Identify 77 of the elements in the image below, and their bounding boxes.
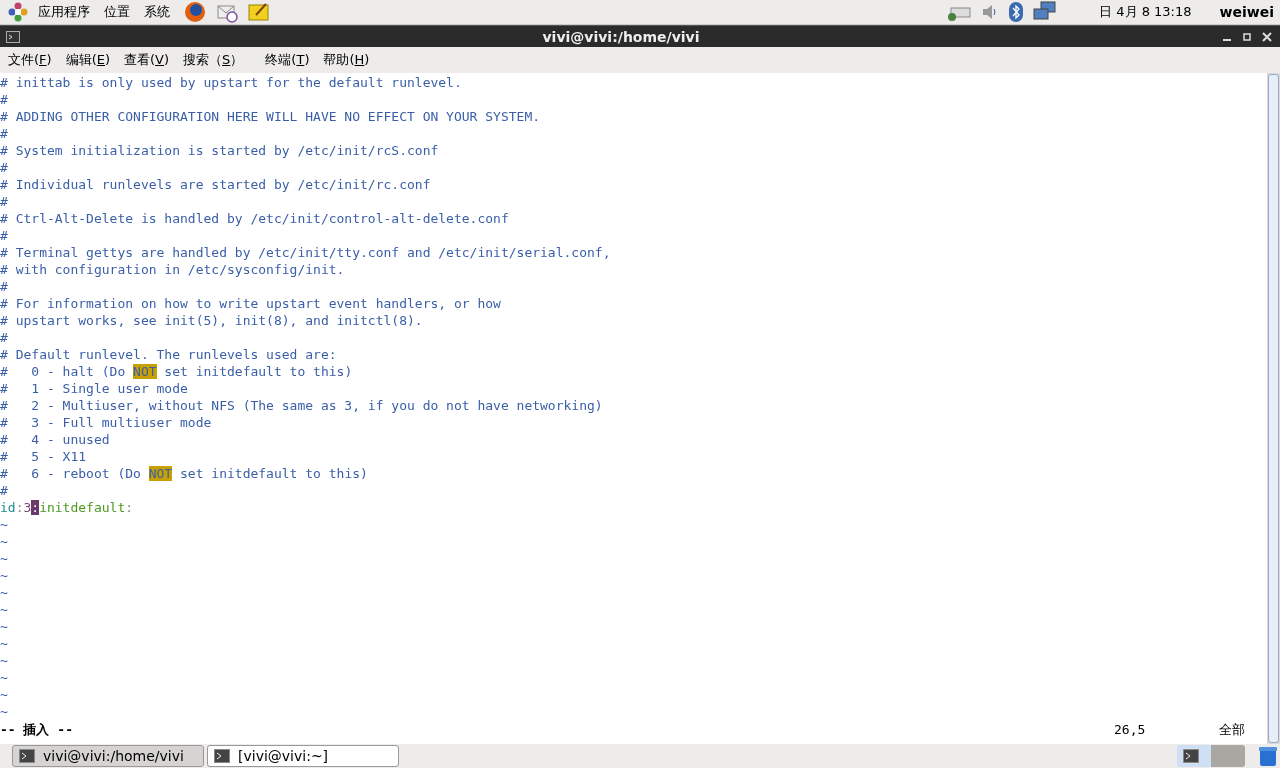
comment-text: # ADDING OTHER CONFIGURATION HERE WILL HAVE NO EFFECT ON YOUR SYSTEM. xyxy=(0,109,541,124)
comment-text: # with configuration in /etc/sysconfig/init. xyxy=(0,262,345,277)
comment-text: # 4 - unused xyxy=(0,432,110,447)
panel-menu[interactable]: 位置 xyxy=(104,3,130,21)
empty-line-marker: ~ xyxy=(0,551,8,566)
highlighted-word: NOT xyxy=(148,466,173,481)
action-text: initdefault xyxy=(39,500,126,515)
empty-line-marker: ~ xyxy=(0,568,8,583)
menu-item[interactable]: 搜索（S） xyxy=(183,51,244,69)
empty-line-marker: ~ xyxy=(0,653,8,668)
comment-text: # 5 - X11 xyxy=(0,449,87,464)
menu-item[interactable]: 终端(T) xyxy=(265,51,310,69)
comment-text: # 1 - Single user mode xyxy=(0,381,188,396)
comment-text: # 0 - halt (Do xyxy=(0,364,127,379)
terminal-icon xyxy=(19,749,35,763)
user-name[interactable]: weiwei xyxy=(1219,4,1274,20)
empty-line-marker: ~ xyxy=(0,517,8,532)
empty-line-marker: ~ xyxy=(0,619,8,634)
empty-line-marker: ~ xyxy=(0,534,8,549)
comment-text: # xyxy=(0,126,8,141)
comment-text: set initdefault to this) xyxy=(163,364,353,379)
cursor: : xyxy=(31,500,40,515)
window-title: vivi@vivi:/home/vivi xyxy=(541,28,701,45)
highlighted-word: NOT xyxy=(133,364,157,379)
bluetooth-icon[interactable] xyxy=(1009,2,1024,22)
close-icon[interactable] xyxy=(1262,31,1272,42)
empty-line-marker: ~ xyxy=(0,636,8,651)
empty-line-marker: ~ xyxy=(0,670,8,685)
comment-text: # 2 - Multiuser, without NFS (The same as 3, if you do not have networking) xyxy=(0,398,603,413)
trash-icon[interactable] xyxy=(1258,745,1278,767)
menu-item[interactable]: 编辑(E) xyxy=(65,51,110,69)
comment-text: # xyxy=(0,330,8,345)
scrollbar[interactable] xyxy=(1267,73,1280,744)
comment-text: # xyxy=(0,228,8,243)
empty-line-marker: ~ xyxy=(0,704,8,719)
comment-text: # 3 - Full multiuser mode xyxy=(0,415,212,430)
comment-text: # For information on how to write upstart event handlers, or how xyxy=(0,296,501,311)
terminal-icon[interactable] xyxy=(6,30,20,43)
maximize-icon[interactable] xyxy=(1242,31,1252,42)
terminal-icon[interactable] xyxy=(1183,749,1199,763)
comment-text: # 6 - reboot (Do xyxy=(0,466,142,481)
panel-menu[interactable]: 应用程序 xyxy=(38,3,90,21)
separator-text: : xyxy=(15,500,24,515)
note-pencil-icon[interactable] xyxy=(248,2,270,22)
workspace-switcher[interactable] xyxy=(1177,745,1245,767)
mode-indicator: -- 插入 -- xyxy=(0,720,73,739)
comment-text: # upstart works, see init(5), init(8), and initctl(8). xyxy=(0,313,423,328)
terminal-icon xyxy=(214,749,230,763)
cursor-position: 26,5 xyxy=(1114,722,1147,737)
taskbar-button[interactable]: [vivi@vivi:~] xyxy=(207,745,399,767)
network-computers-icon[interactable] xyxy=(1033,1,1058,23)
comment-text: # xyxy=(0,194,8,209)
comment-text: # inittab is only used by upstart for the default runlevel. xyxy=(0,75,462,90)
comment-text: set initdefault to this) xyxy=(179,466,368,481)
menu-item[interactable]: 查看(V) xyxy=(124,51,170,69)
menu-item[interactable]: 文件(F) xyxy=(8,51,52,69)
comment-text: # Ctrl-Alt-Delete is handled by /etc/init/control-alt-delete.conf xyxy=(0,211,509,226)
panel-menu[interactable]: 系统 xyxy=(144,3,170,21)
comment-text: # Individual runlevels are started by /etc/init/rc.conf xyxy=(0,177,431,192)
comment-text: # Default runlevel. The runlevels used are: xyxy=(0,347,337,362)
comment-text: # Terminal gettys are handled by /etc/init/tty.conf and /etc/init/serial.conf, xyxy=(0,245,611,260)
separator-text: : xyxy=(125,500,134,515)
level-text: 3 xyxy=(23,500,32,515)
clock[interactable]: 日 4月 8 13:18 xyxy=(1099,3,1192,21)
taskbar-button[interactable]: vivi@vivi:/home/vivi xyxy=(12,745,204,767)
menu-item[interactable]: 帮助(H) xyxy=(323,51,370,69)
comment-text: # xyxy=(0,483,8,498)
comment-text: # xyxy=(0,279,8,294)
comment-text: # xyxy=(0,160,8,175)
empty-line-marker: ~ xyxy=(0,585,8,600)
empty-line-marker: ~ xyxy=(0,602,8,617)
empty-line-marker: ~ xyxy=(0,687,8,702)
keyword-text: id xyxy=(0,500,16,515)
comment-text: # System initialization is started by /etc/init/rcS.conf xyxy=(0,143,439,158)
flower-logo-icon[interactable] xyxy=(8,2,28,22)
comment-text: # xyxy=(0,92,8,107)
scroll-position: 全部 xyxy=(1219,720,1246,739)
